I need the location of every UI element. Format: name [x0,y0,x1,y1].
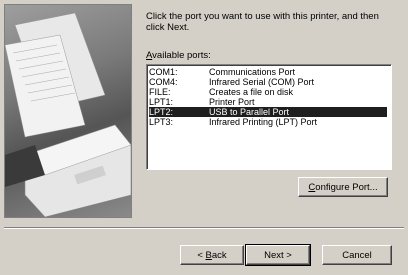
instruction-text: Click the port you want to use with this… [146,11,379,33]
port-name: LPT2: [149,107,174,117]
cancel-button[interactable]: Cancel [322,245,392,265]
port-name: LPT1: [149,97,174,107]
port-description: Creates a file on disk [209,87,294,97]
separator-line [4,227,404,229]
port-description: Infrared Serial (COM) Port [209,77,315,87]
available-ports-label: Available ports: [146,50,211,61]
ports-listbox[interactable]: COM1: Communications Port COM4: Infrared… [146,64,392,170]
port-row-lpt2[interactable]: LPT2: USB to Parallel Port [149,107,387,117]
port-row-lpt3[interactable]: LPT3: Infrared Printing (LPT) Port [149,117,387,127]
port-name: LPT3: [149,117,174,127]
port-row-com1[interactable]: COM1: Communications Port [149,67,387,77]
port-row-lpt1[interactable]: LPT1: Printer Port [149,97,387,107]
port-name: COM1: [149,67,178,77]
port-description: Printer Port [209,97,255,107]
port-row-file[interactable]: FILE: Creates a file on disk [149,87,387,97]
printer-illustration [4,4,132,218]
port-description: USB to Parallel Port [209,107,290,117]
port-description: Infrared Printing (LPT) Port [209,117,318,127]
port-name: FILE: [149,87,171,97]
port-row-com4[interactable]: COM4: Infrared Serial (COM) Port [149,77,387,87]
port-description: Communications Port [209,67,296,77]
port-name: COM4: [149,77,178,87]
add-printer-wizard-dialog: Click the port you want to use with this… [0,0,408,275]
next-button[interactable]: Next > [245,244,311,266]
back-button[interactable]: < Back [180,245,244,265]
configure-port-button[interactable]: Configure Port... [298,177,388,197]
